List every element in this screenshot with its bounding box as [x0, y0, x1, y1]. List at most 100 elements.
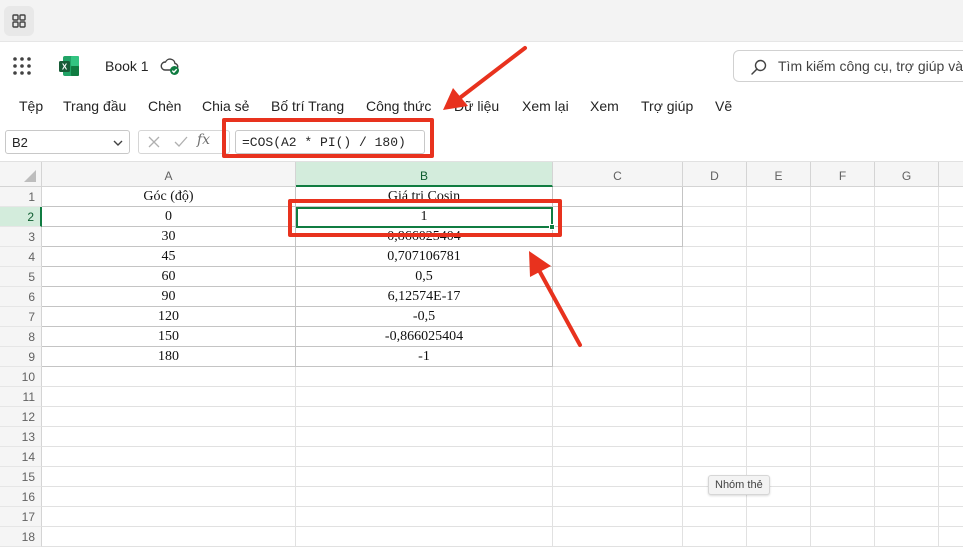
cell-c5[interactable] [553, 267, 683, 287]
tab-ve[interactable]: Vẽ [715, 98, 732, 114]
excel-logo[interactable]: X [58, 55, 80, 77]
cell-c14[interactable] [553, 447, 683, 467]
cell-f14[interactable] [811, 447, 875, 467]
cell-f6[interactable] [811, 287, 875, 307]
cell-f11[interactable] [811, 387, 875, 407]
search-input[interactable] [778, 51, 963, 81]
cell-b15[interactable] [296, 467, 553, 487]
cell-a3[interactable]: 30 [42, 227, 296, 247]
row-header-11[interactable]: 11 [0, 387, 42, 407]
cell-e14[interactable] [747, 447, 811, 467]
cell-g5[interactable] [875, 267, 939, 287]
cell-h1[interactable] [939, 187, 963, 207]
cell-b8[interactable]: -0,866025404 [296, 327, 553, 347]
cell-d2[interactable] [683, 207, 747, 227]
cell-h8[interactable] [939, 327, 963, 347]
cell-c11[interactable] [553, 387, 683, 407]
row-header-18[interactable]: 18 [0, 527, 42, 547]
cell-b12[interactable] [296, 407, 553, 427]
cell-a4[interactable]: 45 [42, 247, 296, 267]
cell-e5[interactable] [747, 267, 811, 287]
tab-bo-tri-trang[interactable]: Bố trí Trang [271, 98, 344, 114]
row-header-16[interactable]: 16 [0, 487, 42, 507]
cell-f10[interactable] [811, 367, 875, 387]
cell-f12[interactable] [811, 407, 875, 427]
cell-e12[interactable] [747, 407, 811, 427]
cell-a2[interactable]: 0 [42, 207, 296, 227]
cell-h6[interactable] [939, 287, 963, 307]
cell-a8[interactable]: 150 [42, 327, 296, 347]
cell-g8[interactable] [875, 327, 939, 347]
cell-b9[interactable]: -1 [296, 347, 553, 367]
column-header-c[interactable]: C [553, 162, 683, 187]
tab-trang-dau[interactable]: Trang đầu [63, 98, 126, 114]
row-header-3[interactable]: 3 [0, 227, 42, 247]
name-box[interactable]: B2 [5, 130, 130, 154]
cell-c15[interactable] [553, 467, 683, 487]
column-header-g[interactable]: G [875, 162, 939, 187]
cell-g4[interactable] [875, 247, 939, 267]
cell-e11[interactable] [747, 387, 811, 407]
cell-e1[interactable] [747, 187, 811, 207]
cell-d12[interactable] [683, 407, 747, 427]
cell-f3[interactable] [811, 227, 875, 247]
cell-d8[interactable] [683, 327, 747, 347]
cell-d17[interactable] [683, 507, 747, 527]
cell-c4[interactable] [553, 247, 683, 267]
cell-h2[interactable] [939, 207, 963, 227]
column-header-b[interactable]: B [296, 162, 553, 187]
cell-g14[interactable] [875, 447, 939, 467]
cell-b4[interactable]: 0,707106781 [296, 247, 553, 267]
cell-g17[interactable] [875, 507, 939, 527]
cancel-icon[interactable] [147, 135, 161, 149]
cell-e10[interactable] [747, 367, 811, 387]
cell-e9[interactable] [747, 347, 811, 367]
row-header-7[interactable]: 7 [0, 307, 42, 327]
cell-e4[interactable] [747, 247, 811, 267]
row-header-13[interactable]: 13 [0, 427, 42, 447]
cell-h18[interactable] [939, 527, 963, 547]
cell-c6[interactable] [553, 287, 683, 307]
cell-d6[interactable] [683, 287, 747, 307]
cell-f15[interactable] [811, 467, 875, 487]
cell-c9[interactable] [553, 347, 683, 367]
tab-cong-thuc[interactable]: Công thức [366, 98, 431, 114]
row-header-2[interactable]: 2 [0, 207, 42, 227]
cell-c16[interactable] [553, 487, 683, 507]
row-header-1[interactable]: 1 [0, 187, 42, 207]
cell-a13[interactable] [42, 427, 296, 447]
cell-d7[interactable] [683, 307, 747, 327]
tab-tep[interactable]: Tệp [19, 98, 43, 114]
cell-h7[interactable] [939, 307, 963, 327]
cell-h17[interactable] [939, 507, 963, 527]
row-header-15[interactable]: 15 [0, 467, 42, 487]
cell-b10[interactable] [296, 367, 553, 387]
cell-a10[interactable] [42, 367, 296, 387]
cell-g9[interactable] [875, 347, 939, 367]
cell-g7[interactable] [875, 307, 939, 327]
column-header-extra[interactable] [939, 162, 963, 187]
cell-e3[interactable] [747, 227, 811, 247]
cell-c3[interactable] [553, 227, 683, 247]
cell-h15[interactable] [939, 467, 963, 487]
cell-d3[interactable] [683, 227, 747, 247]
cell-a15[interactable] [42, 467, 296, 487]
cell-f17[interactable] [811, 507, 875, 527]
cell-a9[interactable]: 180 [42, 347, 296, 367]
cell-d13[interactable] [683, 427, 747, 447]
cell-g11[interactable] [875, 387, 939, 407]
cell-b16[interactable] [296, 487, 553, 507]
cloud-check-icon[interactable] [160, 56, 180, 76]
column-header-e[interactable]: E [747, 162, 811, 187]
apps-button[interactable] [4, 6, 34, 36]
cell-b18[interactable] [296, 527, 553, 547]
cell-c18[interactable] [553, 527, 683, 547]
cell-h9[interactable] [939, 347, 963, 367]
cell-a6[interactable]: 90 [42, 287, 296, 307]
search-box[interactable] [733, 50, 963, 82]
cell-e17[interactable] [747, 507, 811, 527]
cell-e2[interactable] [747, 207, 811, 227]
column-header-a[interactable]: A [42, 162, 296, 187]
cell-f18[interactable] [811, 527, 875, 547]
cell-c12[interactable] [553, 407, 683, 427]
